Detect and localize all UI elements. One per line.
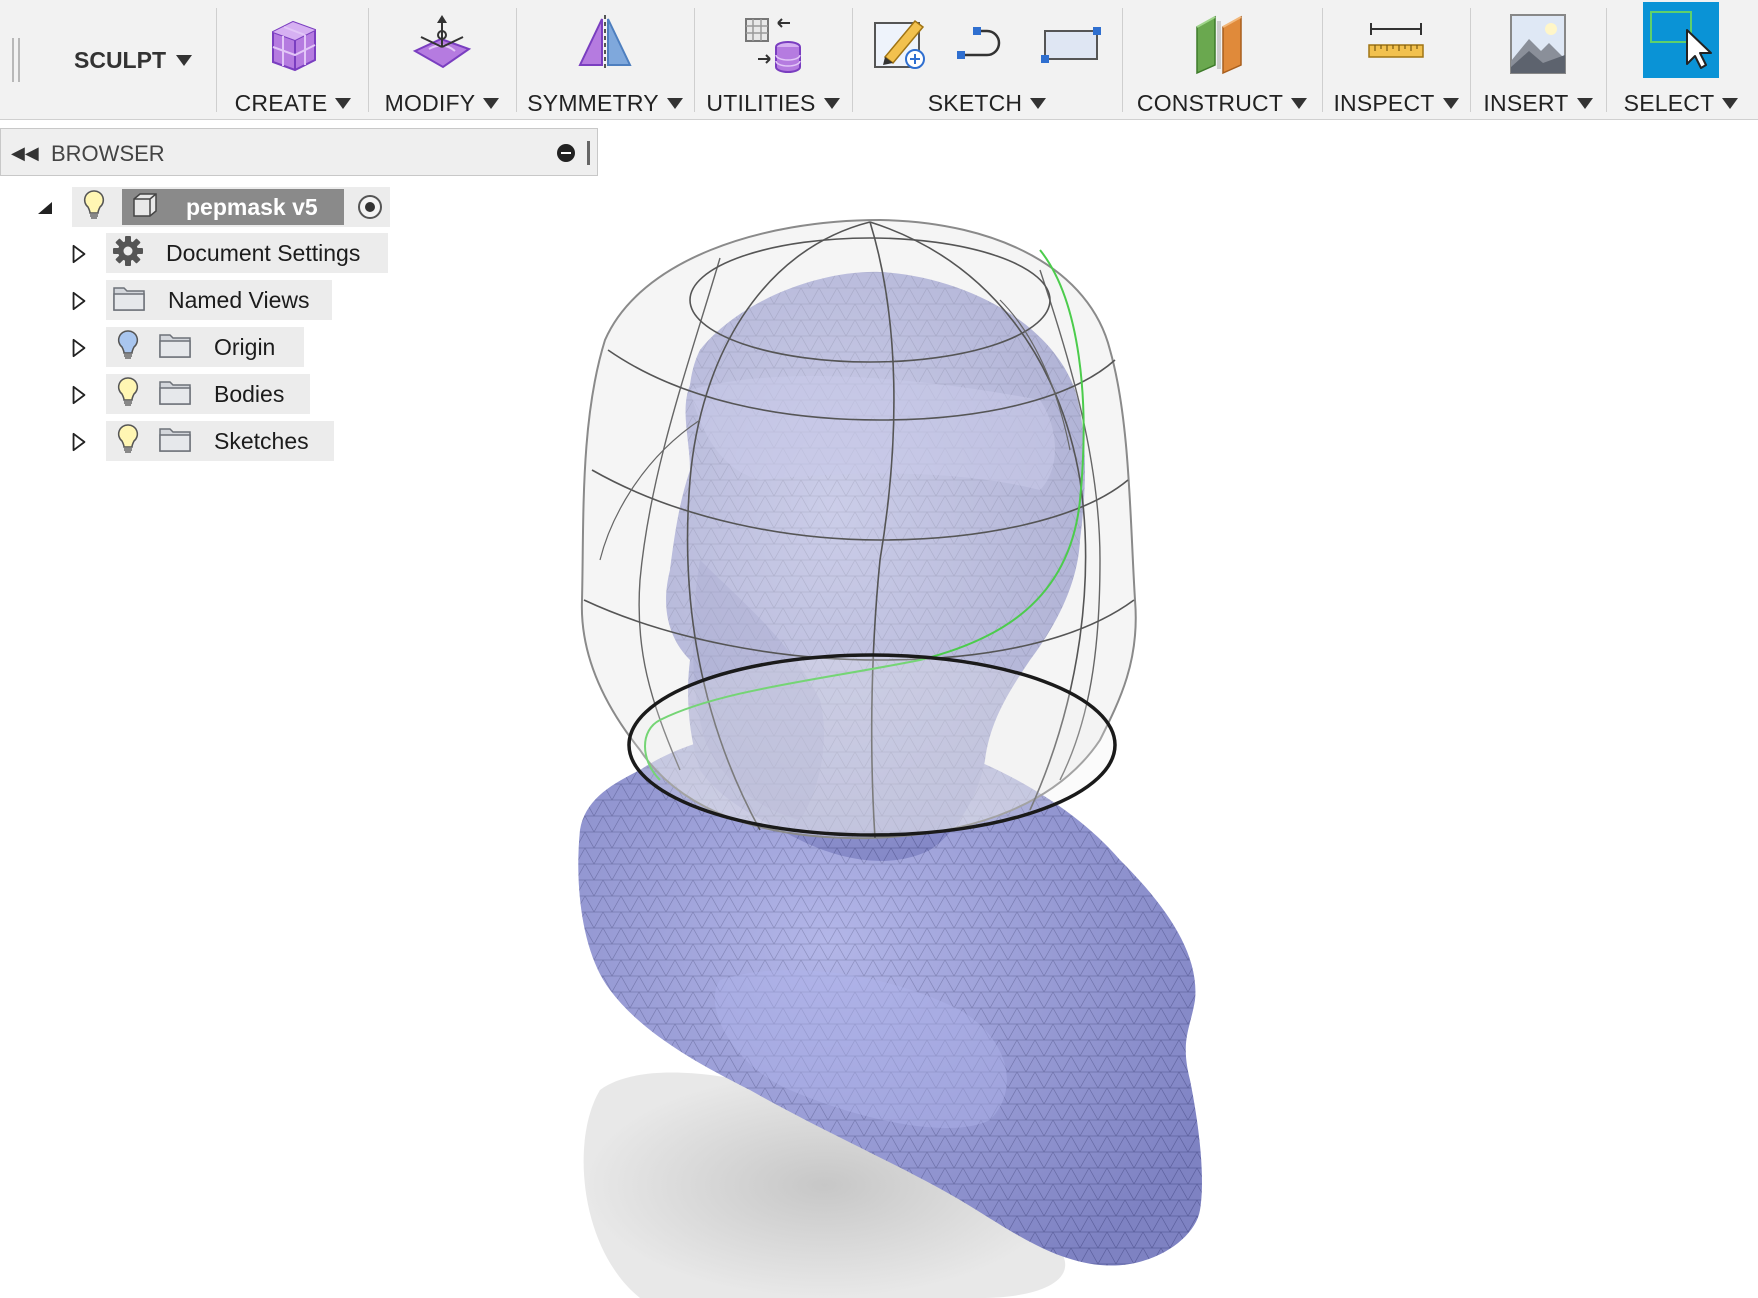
browser-title: BROWSER [51,141,165,166]
visibility-bulb-icon[interactable] [116,376,140,413]
symmetry-label: SYMMETRY [527,89,659,116]
expand-triangle-icon[interactable] [70,432,88,452]
construct-label: CONSTRUCT [1136,89,1284,116]
insert-label: INSERT [1483,89,1569,116]
browser-panel-header: ◀◀ BROWSER [0,128,598,176]
modify-menu[interactable]: MODIFY [370,0,514,120]
folder-icon [158,331,192,364]
select-label: SELECT [1623,89,1715,116]
collapse-triangle-icon[interactable] [36,198,54,218]
chevron-down-icon [483,97,500,109]
gear-icon [112,235,144,272]
chevron-down-icon [666,97,683,109]
visibility-bulb-off-icon[interactable] [116,329,140,366]
folder-icon [158,378,192,411]
toolbar-separator [694,8,695,112]
chevron-down-icon [176,54,192,66]
toolbar-separator [1322,8,1323,112]
utilities-convert-icon [740,11,806,77]
chevron-down-icon [1030,97,1047,109]
toolbar-separator [368,8,369,112]
sketch-label: SKETCH [927,89,1023,116]
minimize-panel-icon[interactable] [557,144,575,162]
visibility-bulb-icon[interactable] [116,423,140,460]
create-menu[interactable]: CREATE [220,0,366,120]
browser-item-label: Origin [214,333,276,360]
measure-ruler-icon [1363,11,1429,77]
utilities-menu[interactable]: UTILITIES [696,0,850,120]
sketch-arc-icon [955,13,1017,75]
root-component-chip[interactable]: pepmask v5 [72,187,390,227]
named-views-chip[interactable]: Named Views [106,280,332,320]
modify-transform-icon [409,11,475,77]
workspace-label: SCULPT [74,46,166,73]
folder-icon [158,425,192,458]
chevron-down-icon [335,97,352,109]
browser-item-label: Sketches [214,427,309,454]
browser-item-label: Document Settings [166,239,361,266]
sketch-menu[interactable]: SKETCH [854,0,1120,120]
modify-label: MODIFY [384,89,476,116]
construct-plane-icon [1189,11,1255,77]
inspect-label: INSPECT [1333,89,1435,116]
create-label: CREATE [234,89,328,116]
chevron-down-icon [823,97,840,109]
workspace-switcher[interactable]: SCULPT [74,44,192,76]
inspect-menu[interactable]: INSPECT [1324,0,1468,120]
expand-triangle-icon[interactable] [70,338,88,358]
toolbar-separator [1606,8,1607,112]
toolbar-separator [1122,8,1123,112]
create-box-icon [261,12,325,76]
select-menu[interactable]: SELECT [1608,0,1754,120]
document-settings-chip[interactable]: Document Settings [106,233,388,273]
chevron-down-icon [1291,97,1308,109]
tspline-cage[interactable] [580,218,1137,840]
select-window-icon [1643,2,1719,78]
expand-triangle-icon[interactable] [70,244,88,264]
activate-component-radio-icon[interactable] [356,193,384,226]
folder-icon [112,284,146,317]
bodies-chip[interactable]: Bodies [106,374,310,414]
expand-triangle-icon[interactable] [70,291,88,311]
toolbar-grip[interactable] [12,38,20,82]
3d-viewport[interactable] [540,200,1240,1298]
browser-item-label: Named Views [168,286,310,313]
root-component-name: pepmask v5 [186,193,318,220]
utilities-label: UTILITIES [706,89,816,116]
browser-item-label: Bodies [214,380,285,407]
expand-triangle-icon[interactable] [70,385,88,405]
chevron-down-icon [1576,97,1593,109]
symmetry-icon [572,11,638,77]
insert-menu[interactable]: INSERT [1472,0,1604,120]
toolbar-separator [1470,8,1471,112]
component-box-icon [130,191,160,224]
symmetry-menu[interactable]: SYMMETRY [518,0,692,120]
root-component-label-box: pepmask v5 [122,189,344,225]
panel-resize-handle[interactable] [587,141,590,165]
toolbar-separator [516,8,517,112]
chevron-down-icon [1442,97,1459,109]
collapse-panel-icon[interactable]: ◀◀ [11,143,39,164]
construct-menu[interactable]: CONSTRUCT [1124,0,1320,120]
sketches-chip[interactable]: Sketches [106,421,334,461]
sketch-rectangle-icon [1039,13,1103,75]
create-sketch-icon [871,13,933,75]
visibility-bulb-icon[interactable] [82,189,106,226]
toolbar: SCULPT CREATE MODIFY SYMMETRY UTILITIES … [0,0,1758,120]
insert-image-icon [1507,11,1569,77]
toolbar-separator [852,8,853,112]
origin-chip[interactable]: Origin [106,327,304,367]
chevron-down-icon [1722,97,1739,109]
toolbar-separator [216,8,217,112]
